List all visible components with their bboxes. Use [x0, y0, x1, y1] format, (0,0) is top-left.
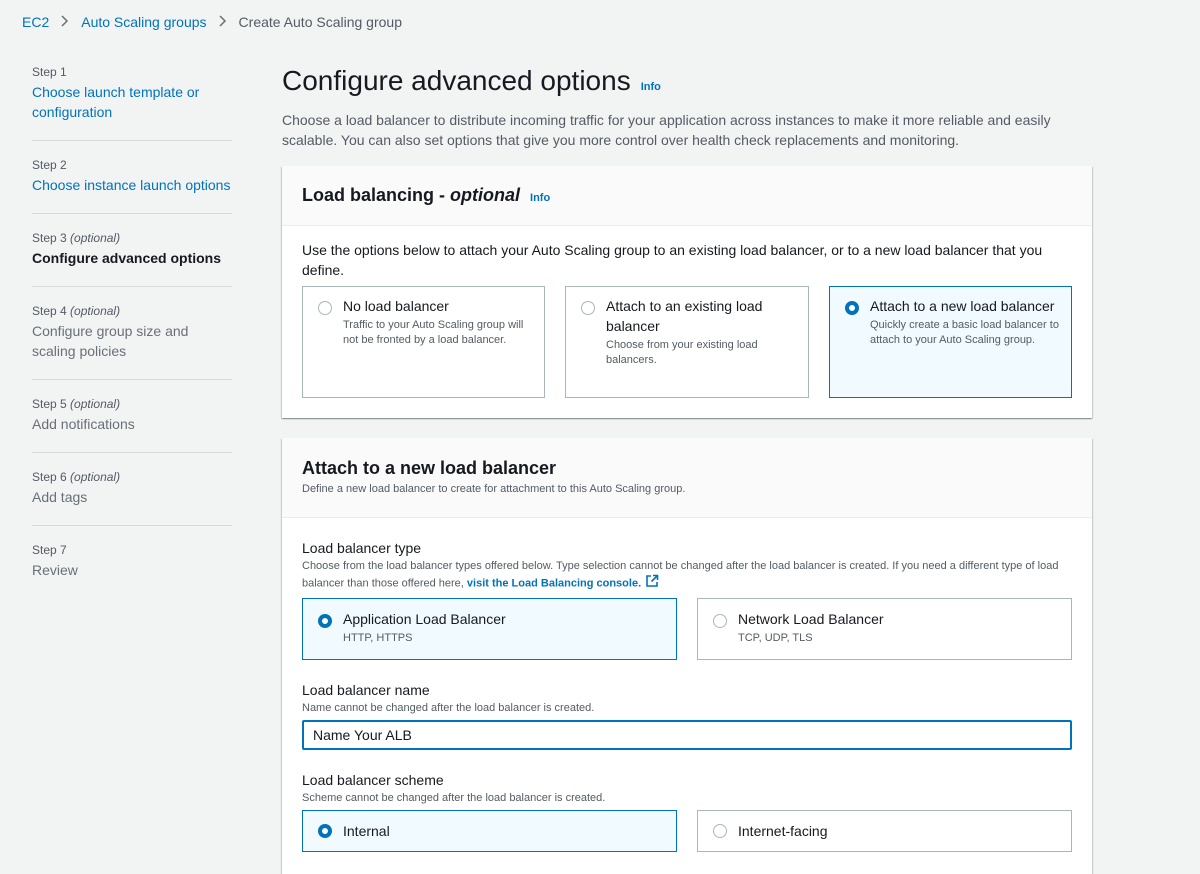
tile-label: Internal	[343, 823, 390, 839]
tile-description: HTTP, HTTPS	[343, 632, 413, 644]
step-number: Step 3 (optional)	[32, 231, 121, 245]
chevron-right-icon	[61, 14, 69, 30]
radio-button[interactable]	[581, 301, 595, 315]
step-group-size: Configure group size and scaling policie…	[32, 323, 189, 359]
tile-label: Attach to a new load balancer	[870, 298, 1055, 314]
radio-tile-existing-load-balancer[interactable]: Attach to an existing load balancer Choo…	[565, 286, 809, 398]
radio-button[interactable]	[713, 824, 727, 838]
tile-label: Attach to an existing load balancer	[606, 298, 763, 334]
field-label-lb-name: Load balancer name	[302, 682, 430, 698]
load-balancing-panel: Load balancing - optional Info Use the o…	[282, 166, 1092, 418]
info-link[interactable]: Info	[641, 81, 661, 93]
breadcrumb: EC2 Auto Scaling groups Create Auto Scal…	[22, 12, 402, 32]
step-number: Step 1	[32, 65, 67, 79]
radio-tile-no-load-balancer[interactable]: No load balancer Traffic to your Auto Sc…	[302, 286, 545, 398]
wizard-step-6: Step 6 (optional) Add tags	[32, 469, 232, 526]
wizard-step-2: Step 2 Choose instance launch options	[32, 157, 232, 214]
load-balancer-name-input[interactable]	[302, 720, 1072, 750]
radio-button-selected[interactable]	[845, 301, 859, 315]
radio-tile-application-load-balancer[interactable]: Application Load Balancer HTTP, HTTPS	[302, 598, 677, 660]
step-link-instance-launch-options[interactable]: Choose instance launch options	[32, 175, 232, 195]
step-number: Step 4 (optional)	[32, 304, 121, 318]
load-balancing-description: Use the options below to attach your Aut…	[302, 242, 1043, 278]
tile-label: No load balancer	[343, 298, 449, 314]
wizard-step-4: Step 4 (optional) Configure group size a…	[32, 303, 232, 380]
radio-button[interactable]	[318, 301, 332, 315]
page-description: Choose a load balancer to distribute inc…	[282, 112, 1051, 148]
step-number: Step 5 (optional)	[32, 397, 121, 411]
wizard-step-5: Step 5 (optional) Add notifications	[32, 396, 232, 453]
step-number: Step 7	[32, 543, 67, 557]
tile-label: Internet-facing	[738, 823, 828, 839]
tile-description: Choose from your existing load balancers…	[606, 339, 758, 366]
wizard-step-7: Step 7 Review	[32, 542, 232, 598]
step-number: Step 6 (optional)	[32, 470, 121, 484]
breadcrumb-ec2[interactable]: EC2	[22, 14, 49, 30]
external-link-icon[interactable]	[645, 574, 659, 593]
field-desc-lb-type: Choose from the load balancer types offe…	[302, 558, 1062, 593]
tile-description: Quickly create a basic load balancer to …	[870, 319, 1059, 346]
breadcrumb-current: Create Auto Scaling group	[238, 14, 402, 30]
tile-description: Traffic to your Auto Scaling group will …	[343, 319, 524, 346]
panel-title: Load balancing - optional	[302, 185, 521, 205]
tile-description: TCP, UDP, TLS	[738, 632, 813, 644]
load-balancing-console-link[interactable]: visit the Load Balancing console.	[467, 577, 641, 589]
radio-tile-internet-facing[interactable]: Internet-facing	[697, 810, 1072, 852]
new-load-balancer-panel: Attach to a new load balancer Define a n…	[282, 438, 1092, 874]
radio-tile-network-load-balancer[interactable]: Network Load Balancer TCP, UDP, TLS	[697, 598, 1072, 660]
radio-tile-new-load-balancer[interactable]: Attach to a new load balancer Quickly cr…	[829, 286, 1072, 398]
chevron-right-icon	[219, 14, 227, 30]
main-content: Configure advanced options Info Choose a…	[282, 62, 1092, 874]
panel-header: Load balancing - optional Info	[282, 166, 1092, 226]
wizard-steps: Step 1 Choose launch template or configu…	[32, 64, 232, 614]
panel-subtitle: Define a new load balancer to create for…	[302, 483, 686, 495]
step-link-launch-template[interactable]: Choose launch template or configuration	[32, 82, 222, 122]
field-desc-lb-name: Name cannot be changed after the load ba…	[302, 702, 595, 714]
step-current-advanced-options: Configure advanced options	[32, 250, 222, 266]
step-notifications: Add notifications	[32, 416, 135, 432]
step-review: Review	[32, 562, 78, 578]
panel-title: Attach to a new load balancer	[302, 458, 557, 478]
page-header: Configure advanced options Info	[282, 62, 1092, 100]
field-label-lb-type: Load balancer type	[302, 540, 422, 556]
tile-label: Application Load Balancer	[343, 611, 506, 627]
page-title: Configure advanced options	[282, 65, 631, 96]
step-number: Step 2	[32, 158, 67, 172]
panel-header: Attach to a new load balancer Define a n…	[282, 438, 1092, 518]
wizard-step-1: Step 1 Choose launch template or configu…	[32, 64, 232, 141]
tile-label: Network Load Balancer	[738, 611, 884, 627]
step-tags: Add tags	[32, 489, 88, 505]
wizard-step-3: Step 3 (optional) Configure advanced opt…	[32, 230, 232, 287]
field-label-lb-scheme: Load balancer scheme	[302, 772, 444, 788]
info-link[interactable]: Info	[530, 192, 550, 204]
radio-button-selected[interactable]	[318, 614, 332, 628]
radio-button-selected[interactable]	[318, 824, 332, 838]
radio-button[interactable]	[713, 614, 727, 628]
radio-tile-internal[interactable]: Internal	[302, 810, 677, 852]
field-desc-lb-scheme: Scheme cannot be changed after the load …	[302, 792, 606, 804]
breadcrumb-auto-scaling-groups[interactable]: Auto Scaling groups	[81, 14, 206, 30]
